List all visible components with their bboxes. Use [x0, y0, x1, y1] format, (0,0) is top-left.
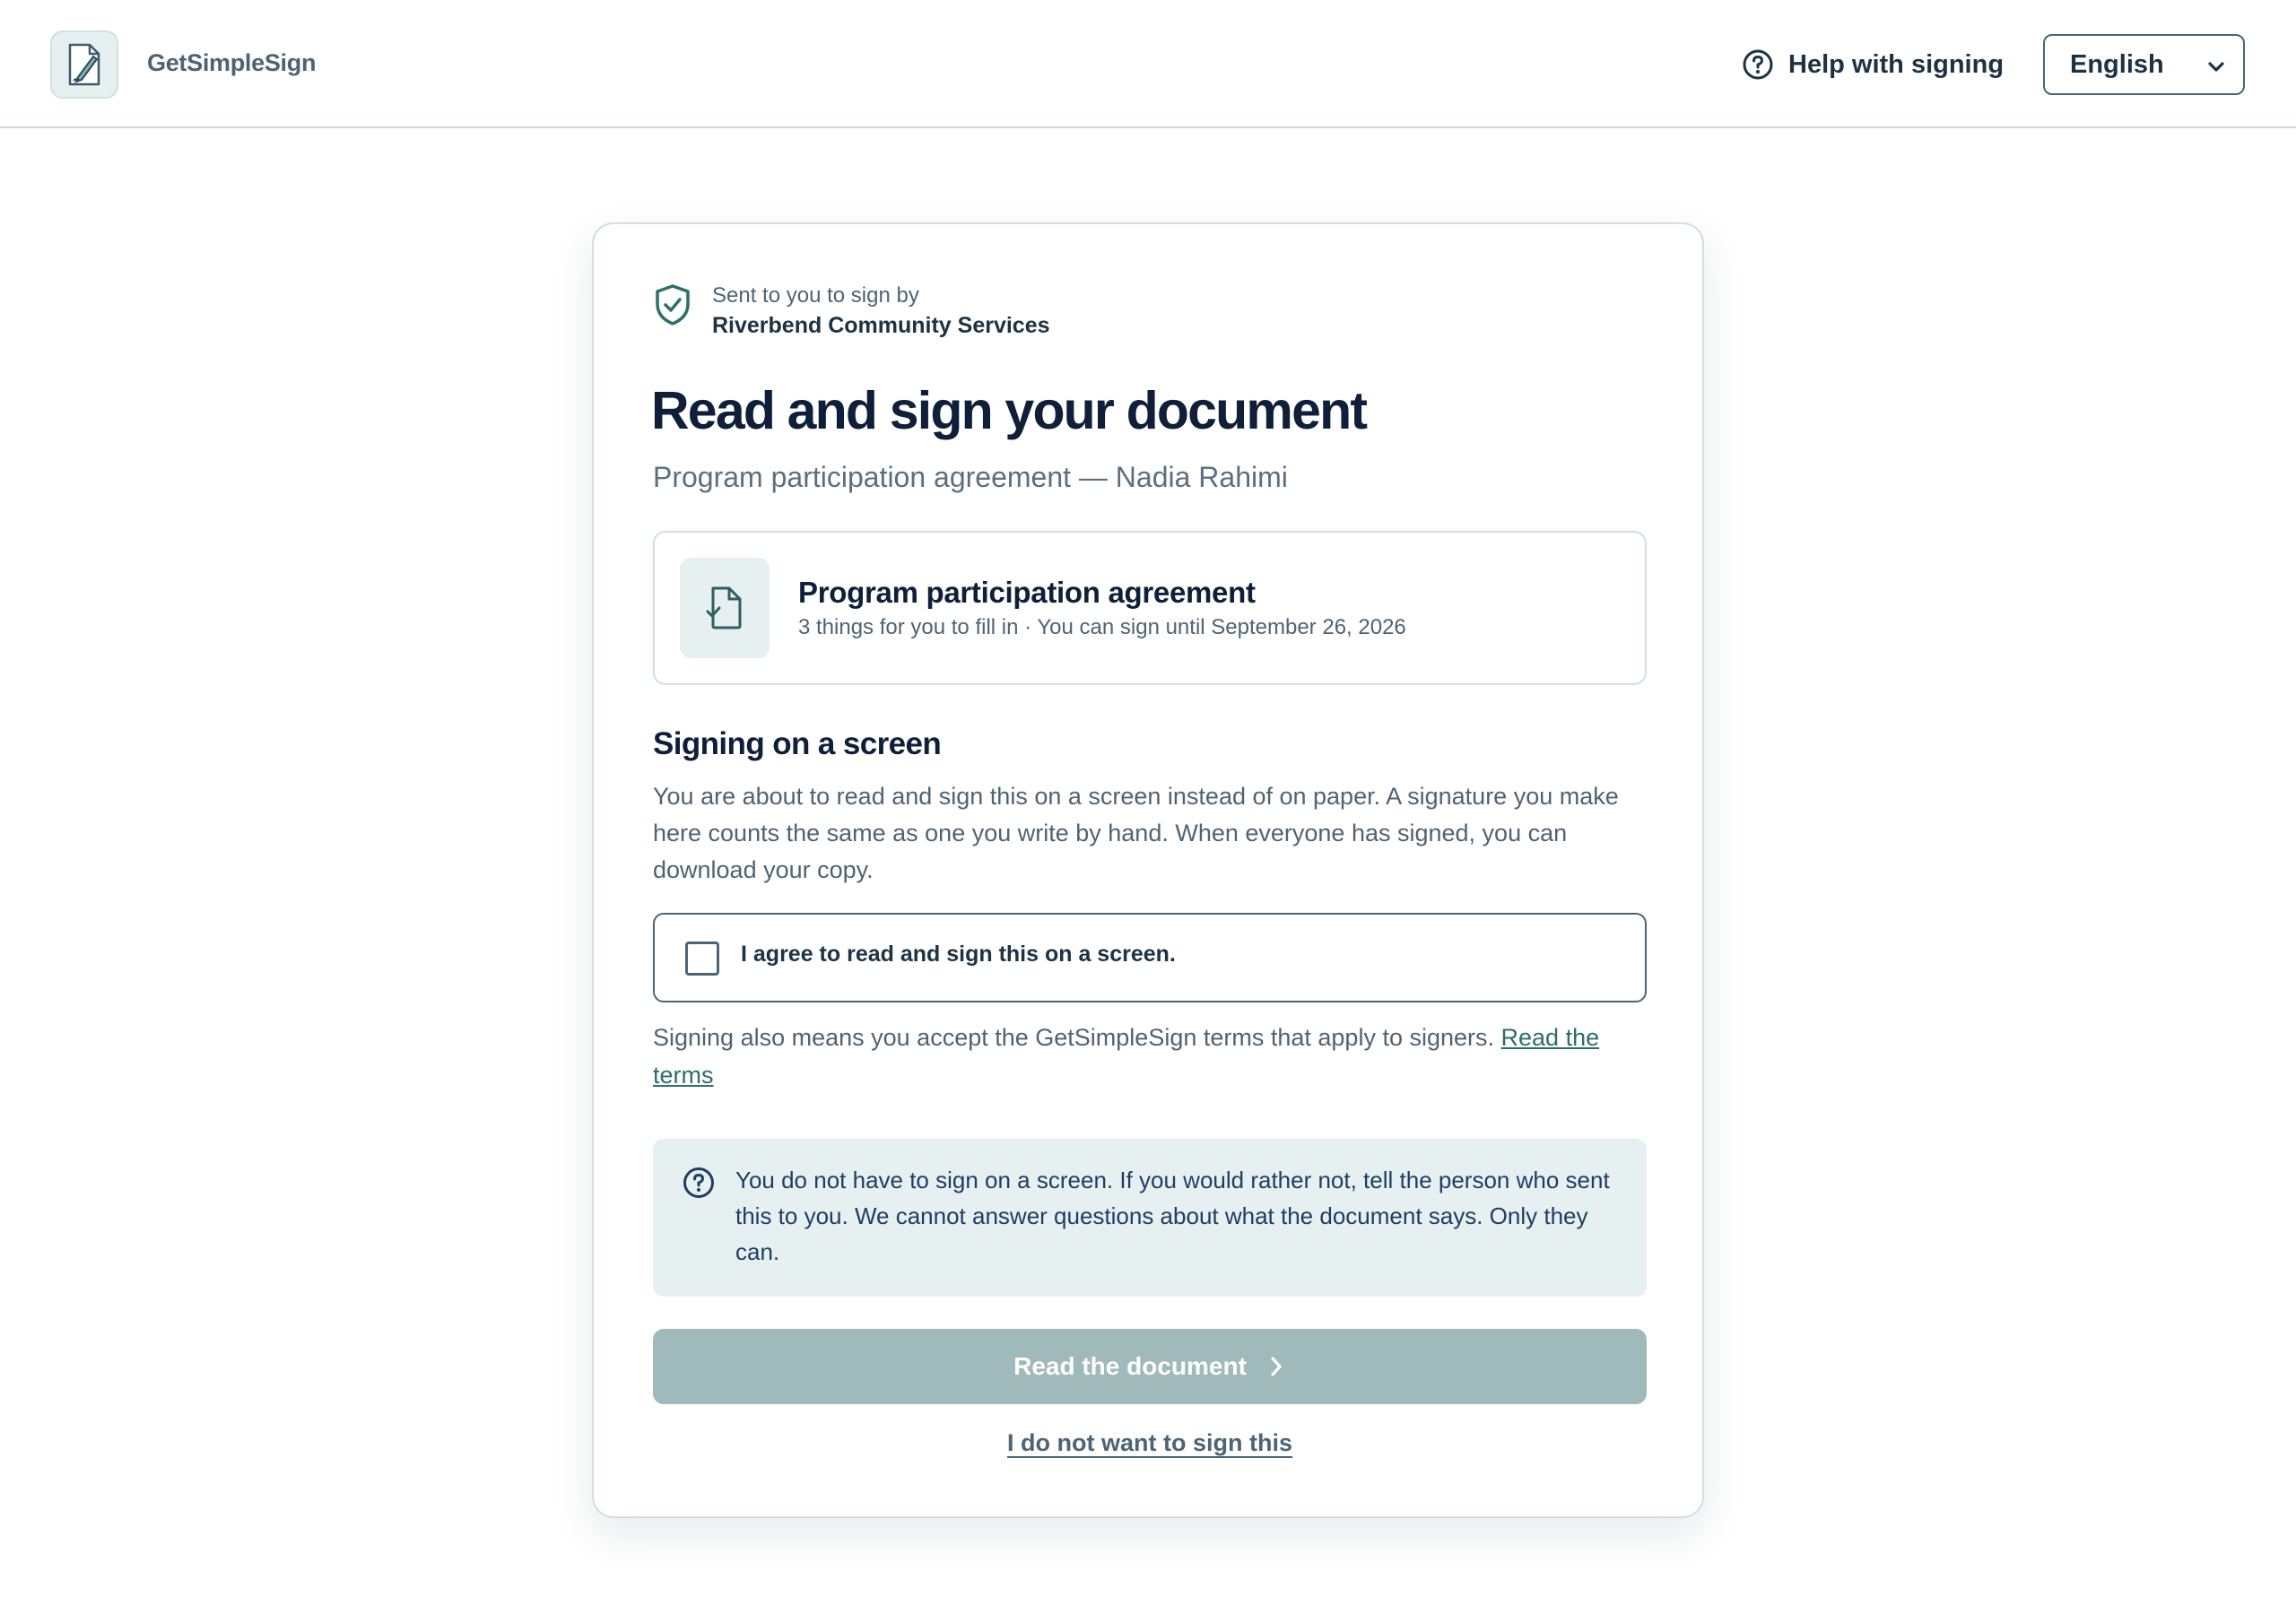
info-notice: You do not have to sign on a screen. If … — [653, 1139, 1647, 1297]
sender-label: Sent to you to sign by — [712, 283, 919, 308]
page-title: Read and sign your document — [651, 381, 1368, 440]
signing-card: Sent to you to sign by Riverbend Communi… — [592, 222, 1704, 1518]
document-icon-tile — [680, 558, 770, 658]
decline-link[interactable]: I do not want to sign this — [594, 1429, 1706, 1457]
agree-checkbox[interactable] — [685, 941, 719, 976]
terms-text: Signing also means you accept the GetSim… — [653, 1024, 1501, 1051]
question-circle-icon — [683, 1167, 714, 1198]
info-notice-text: You do not have to sign on a screen. If … — [735, 1167, 1610, 1265]
terms-note: Signing also means you accept the GetSim… — [653, 1019, 1650, 1094]
top-bar: GetSimpleSign Help with signing English — [0, 0, 2296, 128]
help-link[interactable]: Help with signing — [1742, 47, 2004, 82]
section-description: You are about to read and sign this on a… — [653, 783, 1619, 883]
help-link-label: Help with signing — [1788, 49, 2005, 79]
agree-checkbox-label: I agree to read and sign this on a scree… — [741, 941, 1176, 967]
document-summary: Program participation agreement 3 things… — [653, 531, 1647, 685]
read-document-button[interactable]: Read the document — [653, 1329, 1647, 1404]
sender-organization: Riverbend Community Services — [712, 313, 1050, 338]
language-select[interactable]: English — [2043, 34, 2245, 95]
language-value: English — [2070, 49, 2164, 79]
shield-check-icon — [656, 284, 690, 325]
brand-name: GetSimpleSign — [147, 49, 317, 76]
question-circle-icon — [1743, 49, 1773, 80]
pen-document-icon — [68, 43, 100, 86]
document-check-icon — [706, 586, 742, 629]
section-heading: Signing on a screen — [653, 726, 942, 761]
document-meta: 3 things for you to fill in · You can si… — [798, 615, 1406, 639]
chevron-down-icon — [2208, 62, 2224, 72]
document-title: Program participation agreement — [798, 576, 1256, 609]
read-document-button-label: Read the document — [1013, 1352, 1247, 1380]
page-subtitle: Program participation agreement — Nadia … — [653, 461, 1288, 493]
brand-logo[interactable] — [50, 30, 118, 99]
agree-checkbox-row[interactable]: I agree to read and sign this on a scree… — [653, 913, 1647, 1002]
chevron-right-icon — [1271, 1357, 1282, 1376]
